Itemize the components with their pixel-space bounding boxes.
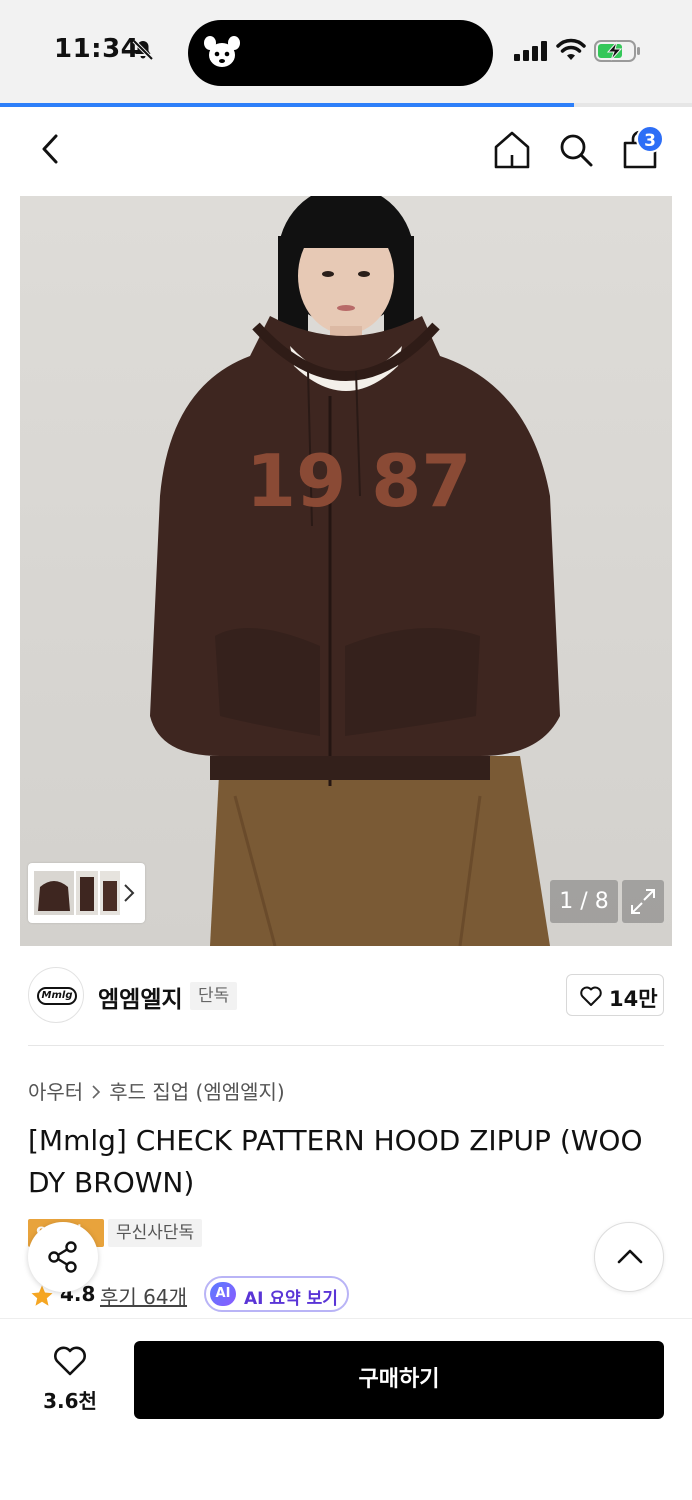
wifi-icon [556,38,586,60]
scroll-to-top-button[interactable] [594,1222,664,1292]
thumbnail-3[interactable] [100,871,120,915]
product-photo-illustration: 19 87 [150,196,560,946]
chevron-right-icon [92,1085,101,1099]
expand-button[interactable] [622,880,664,923]
share-icon [48,1241,77,1273]
exclusive-tag: 단독 [190,982,238,1010]
bell-off-icon [132,39,154,61]
wishlist-heart-icon[interactable] [52,1345,88,1377]
breadcrumb-category[interactable]: 아우터 [28,1080,83,1104]
divider [28,1045,664,1046]
top-nav-bar [0,107,692,195]
heart-icon [580,986,602,1006]
review-count-link[interactable]: 후기 64개 [100,1281,187,1310]
pet-app-icon [204,36,240,67]
status-bar: 11:34 [0,0,692,104]
product-title: [Mmlg] CHECK PATTERN HOOD ZIPUP (WOODY B… [28,1124,643,1199]
thumbnail-1[interactable] [34,871,74,915]
search-icon[interactable] [556,129,596,171]
ai-summary-button[interactable]: AI AI 요약 보기 [204,1276,349,1312]
thumbnail-strip[interactable] [28,863,145,923]
signal-icon [514,41,547,61]
brand-name[interactable]: 엠엠엘지 [98,980,183,1014]
breadcrumb-subcategory[interactable]: 후드 집업 (엠엠엘지) [109,1080,285,1104]
thumbnail-2[interactable] [76,871,98,915]
musinsa-exclusive-tag: 무신사단독 [108,1219,203,1247]
home-icon[interactable] [492,129,532,171]
brand-like-button[interactable]: 14만 [566,974,664,1016]
back-icon[interactable] [34,131,66,167]
brand-logo[interactable]: Mmlg [28,967,84,1023]
chevron-up-icon [617,1249,643,1264]
image-pager: 1 / 8 [550,880,618,923]
expand-icon [631,889,655,914]
hoodie-print: 19 87 [246,439,471,523]
dynamic-island [188,20,493,86]
buy-button[interactable]: 구매하기 [134,1341,664,1419]
brand-like-count: 14만 [609,987,658,1011]
battery-charging-icon [594,40,640,62]
brand-logo-text: Mmlg [37,987,77,1005]
ai-badge-icon: AI [210,1282,236,1306]
share-button[interactable] [28,1222,98,1292]
wishlist-count: 3.6천 [43,1389,97,1413]
cart-count-badge: 3 [636,125,664,153]
breadcrumb: 아우터 후드 집업 (엠엠엘지) [28,1076,285,1105]
product-image[interactable]: 19 87 [20,196,672,946]
chevron-right-icon[interactable] [123,883,135,903]
status-time: 11:34 [54,34,140,64]
ai-summary-label: AI 요약 보기 [244,1289,338,1309]
